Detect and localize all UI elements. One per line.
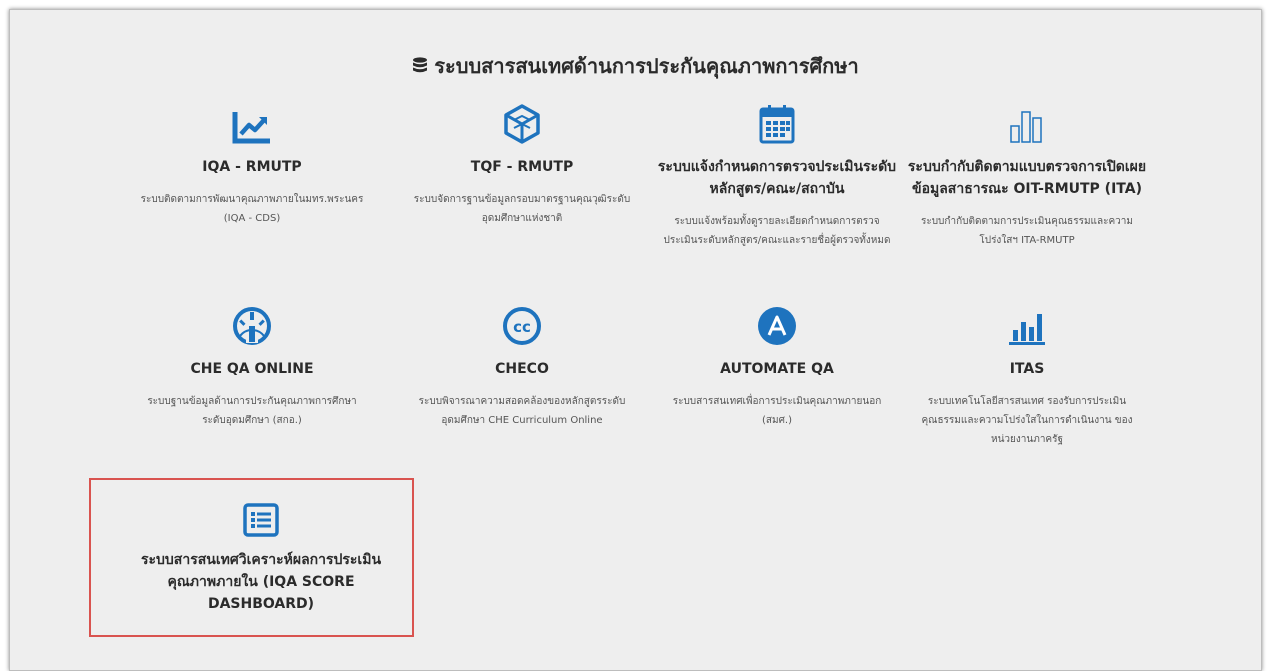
card-title[interactable]: IQA - RMUTP: [132, 156, 372, 178]
card-description: ระบบกำกับติดตามการประเมินคุณธรรมและความโ…: [920, 216, 1134, 246]
highlight-box: [89, 478, 414, 637]
card-tqf-rmutp[interactable]: TQF - RMUTP ระบบจัดการฐานข้อมูลกรอบมาตรฐ…: [402, 100, 642, 228]
bar-chart-icon: [907, 302, 1147, 346]
creative-commons-icon: cc: [402, 302, 642, 346]
database-icon: [413, 57, 428, 73]
card-title[interactable]: ระบบกำกับติดตามแบบตรวจการเปิดเผยข้อมูลสา…: [907, 156, 1147, 200]
svg-text:cc: cc: [513, 318, 531, 336]
card-title[interactable]: CHECO: [402, 358, 642, 380]
letter-a-circle-icon: [657, 302, 897, 346]
card-oit-rmutp[interactable]: ระบบกำกับติดตามแบบตรวจการเปิดเผยข้อมูลสา…: [907, 100, 1147, 250]
card-description: ระบบเทคโนโลยีสารสนเทศ รองรับการประเมินคุ…: [921, 396, 1133, 445]
section-heading-text: ระบบสารสนเทศด้านการประกันคุณภาพการศึกษา: [434, 54, 859, 78]
cube-icon: [402, 100, 642, 144]
card-title[interactable]: ระบบแจ้งกำหนดการตรวจประเมินระดับหลักสูตร…: [657, 156, 897, 200]
card-title[interactable]: CHE QA ONLINE: [132, 358, 372, 380]
card-description: ระบบจัดการฐานข้อมูลกรอบมาตรฐานคุณวุฒิระด…: [413, 194, 631, 224]
card-description: ระบบฐานข้อมูลด้านการประกันคุณภาพการศึกษา…: [147, 396, 357, 426]
card-itas[interactable]: ITAS ระบบเทคโนโลยีสารสนเทศ รองรับการประเ…: [907, 302, 1147, 449]
card-checo[interactable]: cc CHECO ระบบพิจารณาความสอดคล้องของหลักส…: [402, 302, 642, 430]
card-automate-qa[interactable]: AUTOMATE QA ระบบสารสนเทศเพื่อการประเมินค…: [657, 302, 897, 430]
card-title[interactable]: ITAS: [907, 358, 1147, 380]
line-chart-icon: [132, 100, 372, 144]
dashboard-gauge-icon: [132, 302, 372, 346]
section-heading: ระบบสารสนเทศด้านการประกันคุณภาพการศึกษา: [10, 50, 1261, 82]
bar-chart-outline-icon: [907, 100, 1147, 144]
card-assessment-schedule[interactable]: ระบบแจ้งกำหนดการตรวจประเมินระดับหลักสูตร…: [657, 100, 897, 250]
calendar-icon: [657, 100, 897, 144]
card-description: ระบบพิจารณาความสอดคล้องของหลักสูตรระดับอ…: [418, 396, 626, 426]
card-description: ระบบสารสนเทศเพื่อการประเมินคุณภาพภายนอก …: [672, 396, 882, 426]
card-title[interactable]: AUTOMATE QA: [657, 358, 897, 380]
card-description: ระบบแจ้งพร้อมทั้งดูรายละเอียดกำหนดการตรว…: [663, 216, 891, 246]
card-description: ระบบติดตามการพัฒนาคุณภาพภายในมทร.พระนคร …: [140, 194, 364, 224]
card-che-qa-online[interactable]: CHE QA ONLINE ระบบฐานข้อมูลด้านการประกัน…: [132, 302, 372, 430]
card-iqa-rmutp[interactable]: IQA - RMUTP ระบบติดตามการพัฒนาคุณภาพภายใ…: [132, 100, 372, 228]
card-title[interactable]: TQF - RMUTP: [402, 156, 642, 178]
